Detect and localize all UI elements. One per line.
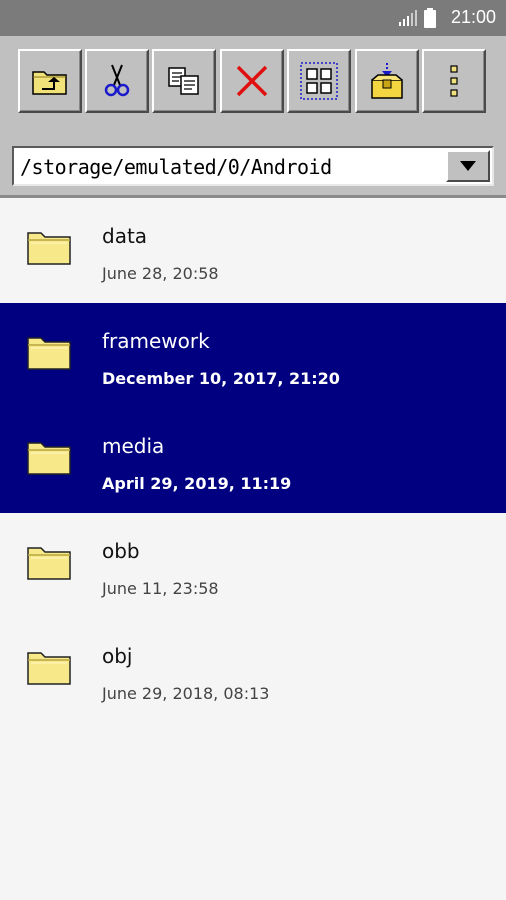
file-list: data June 28, 20:58 framework December 10, … <box>0 198 506 900</box>
signal-icon <box>399 10 417 26</box>
path-combobox[interactable]: /storage/emulated/0/Android <box>12 146 494 186</box>
list-item[interactable]: obj June 29, 2018, 08:13 <box>0 618 506 723</box>
copy-icon <box>168 67 199 95</box>
file-date: December 10, 2017, 21:20 <box>102 369 340 388</box>
file-date: June 28, 20:58 <box>102 264 219 283</box>
file-name: obj <box>102 644 133 668</box>
select-all-button[interactable] <box>287 49 351 113</box>
file-name: obb <box>102 539 140 563</box>
path-field[interactable]: /storage/emulated/0/Android <box>20 155 332 179</box>
paste-button[interactable] <box>355 49 419 113</box>
list-item[interactable]: framework December 10, 2017, 21:20 <box>0 303 506 408</box>
file-name: framework <box>102 329 210 353</box>
up-folder-button[interactable] <box>18 49 82 113</box>
folder-icon <box>27 439 71 479</box>
more-vert-icon <box>450 65 458 97</box>
path-bar: /storage/emulated/0/Android <box>0 134 506 198</box>
scissors-icon <box>104 64 130 97</box>
list-item[interactable]: obb June 11, 23:58 <box>0 513 506 618</box>
folder-icon <box>27 229 71 269</box>
select-grid-icon <box>300 62 338 100</box>
battery-icon <box>424 8 436 28</box>
file-date: June 11, 23:58 <box>102 579 219 598</box>
copy-button[interactable] <box>152 49 216 113</box>
delete-button[interactable] <box>220 49 284 113</box>
file-date: April 29, 2019, 11:19 <box>102 474 292 493</box>
paste-box-icon <box>371 63 403 99</box>
file-date: June 29, 2018, 08:13 <box>102 684 270 703</box>
folder-up-icon <box>32 71 67 95</box>
delete-x-icon <box>236 65 268 97</box>
cut-button[interactable] <box>85 49 149 113</box>
toolbar <box>0 36 506 134</box>
folder-icon <box>27 544 71 584</box>
status-bar: 21:00 <box>0 0 506 36</box>
more-button[interactable] <box>422 49 486 113</box>
folder-icon <box>27 649 71 689</box>
file-name: media <box>102 434 165 458</box>
triangle-down-icon <box>460 161 476 171</box>
list-item[interactable]: data June 28, 20:58 <box>0 198 506 303</box>
status-time: 21:00 <box>450 7 496 27</box>
folder-icon <box>27 334 71 374</box>
list-item[interactable]: media April 29, 2019, 11:19 <box>0 408 506 513</box>
file-name: data <box>102 224 148 248</box>
path-dropdown-button[interactable] <box>446 150 490 182</box>
